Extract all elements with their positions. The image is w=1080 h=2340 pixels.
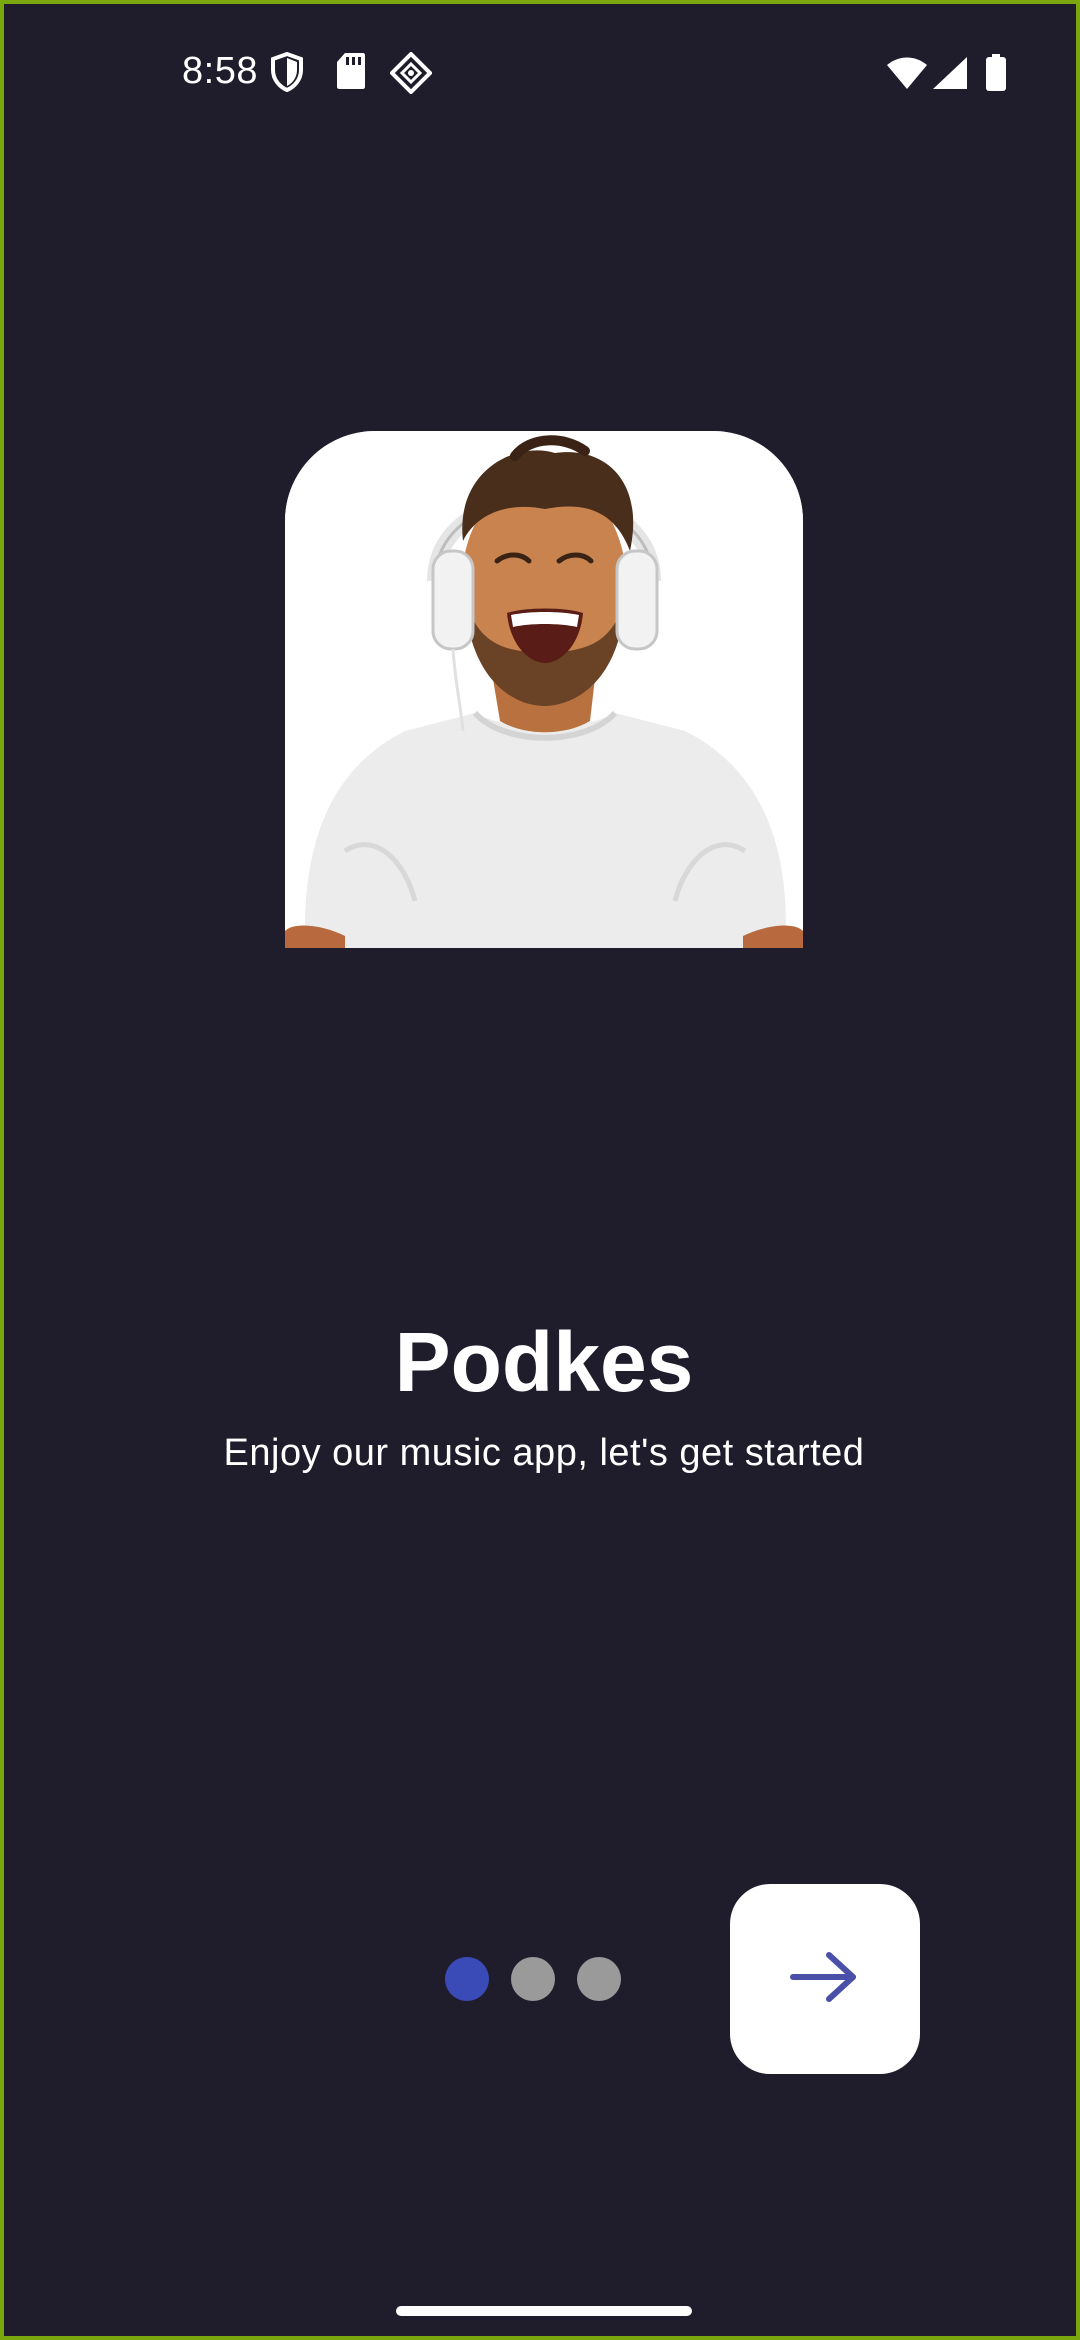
app-title: Podkes — [394, 1315, 694, 1409]
home-gesture-bar[interactable] — [396, 2306, 692, 2316]
battery-icon — [985, 54, 1007, 92]
page-dot — [511, 1957, 555, 2001]
arrow-right-icon — [789, 1949, 861, 2010]
page-dot — [577, 1957, 621, 2001]
onboarding-screen: 8:58 Podkes Enjoy our music app, let's g… — [0, 0, 1080, 2340]
status-bar: 8:58 — [4, 4, 1076, 144]
cellular-signal-icon — [932, 56, 968, 90]
onboarding-subtitle: Enjoy our music app, let's get started — [223, 1432, 865, 1474]
diamond-app-icon — [390, 52, 432, 94]
shield-icon — [270, 52, 304, 92]
hero-image — [285, 431, 803, 948]
next-button[interactable] — [730, 1884, 920, 2074]
sd-card-icon — [336, 52, 366, 90]
wifi-icon — [886, 56, 928, 90]
page-dot-active — [445, 1957, 489, 2001]
status-time: 8:58 — [182, 50, 258, 92]
